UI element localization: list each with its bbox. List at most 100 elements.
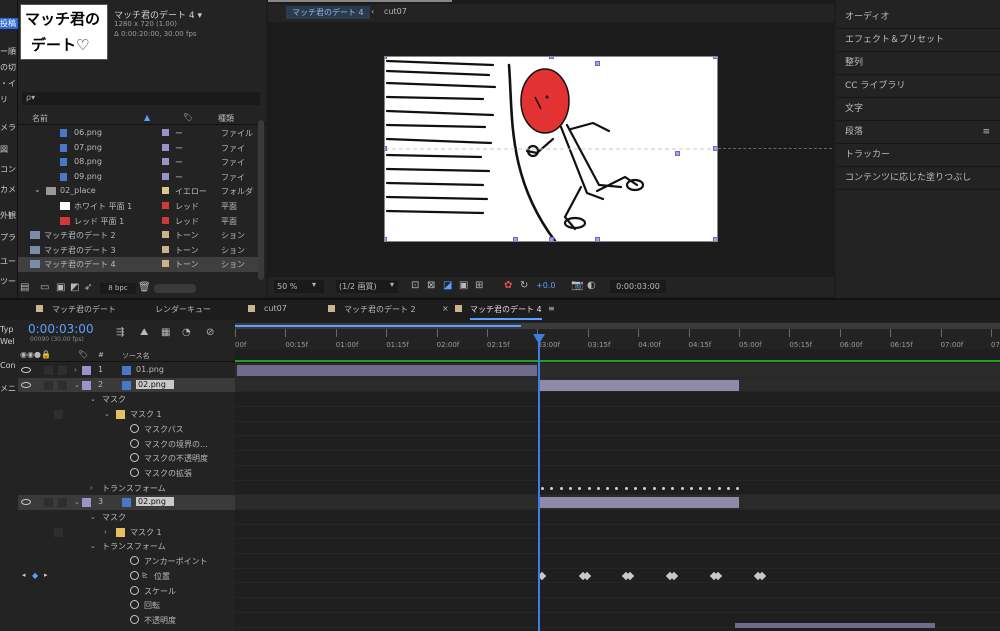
workspace-item[interactable]: リ [0,94,18,105]
keyframe-dot[interactable] [624,486,628,490]
workspace-item[interactable]: メニ [0,383,18,394]
stopwatch-icon[interactable] [130,453,139,463]
label-color-chip[interactable] [162,129,169,136]
label-color-chip[interactable] [162,143,169,151]
label-color-chip[interactable] [82,366,91,375]
stopwatch-icon[interactable] [130,556,139,566]
keyframe-dot[interactable] [717,486,721,490]
chevron-left-icon[interactable]: ‹ [371,7,374,16]
project-item[interactable]: 09.png ー ファイ [18,170,258,185]
panel-menu-icon[interactable]: ≡ [548,304,555,313]
keyframe-dot[interactable] [587,486,591,490]
graph-editor-icon[interactable]: ⊘ [206,327,214,338]
color-channel-icon[interactable]: ✿ [504,280,512,291]
property-row[interactable]: ◂ ◆ ▸ ⊵ 位置 [18,569,235,584]
keyframe-dot[interactable] [699,486,703,490]
label-color-chip[interactable] [162,202,169,209]
eye-icon[interactable] [21,499,31,506]
solo-toggle[interactable] [44,366,53,375]
flowchart-icon[interactable]: ➶ [84,282,92,293]
tab-comp-1[interactable]: マッチ君のデート [52,304,116,315]
shy-icon[interactable]: ⛰ [140,327,148,338]
layer-duration-bar[interactable] [237,365,537,376]
transform-handle[interactable] [713,237,717,241]
project-scrollbar[interactable] [258,120,264,280]
tab-comp-2[interactable]: マッチ君のデート 2 [344,304,416,315]
panel-menu-icon[interactable]: ≡ [982,121,990,144]
panel-item[interactable]: トラッカー [836,144,1000,167]
project-item[interactable]: ⌄ 02_place イエロー フォルダ [18,184,258,199]
solo-toggle[interactable] [44,380,53,390]
trash-icon[interactable]: 🗑 [138,282,151,293]
chevron-down-icon[interactable]: ⌄ [74,381,80,389]
project-item[interactable]: 08.png ー ファイ [18,155,258,170]
keyframe-dot[interactable] [652,486,656,490]
label-color-chip[interactable] [162,231,169,239]
thumbnail-slider[interactable] [154,284,196,293]
workspace-item[interactable]: の切 [0,62,18,73]
group-row[interactable]: › マスク 1 [18,525,235,540]
project-item[interactable]: レッド 平面 1 レッド 平面 [18,214,258,229]
chevron-down-icon[interactable]: ⌄ [34,185,41,194]
group-row[interactable]: › トランスフォーム [18,481,235,496]
col-name[interactable]: 名前 [32,113,48,124]
playhead[interactable] [538,334,540,631]
keyframe-dot[interactable] [596,486,600,490]
group-row[interactable]: ⌄ マスク 1 [18,407,235,422]
lock-toggle[interactable] [58,380,67,390]
label-color-chip[interactable] [162,216,169,224]
panel-item[interactable]: 段落 ≡ [836,121,1000,144]
render-icon[interactable]: ◩ [70,282,79,293]
workspace-item[interactable]: プラ [0,232,18,243]
property-row[interactable]: マスクの拡張 [18,466,235,481]
keyframe-dot[interactable] [708,486,712,490]
property-row[interactable]: マスクパス [18,422,235,437]
tab-comp-4-active[interactable]: マッチ君のデート 4 [470,304,542,320]
solo-toggle[interactable] [44,498,53,508]
keyframe-dot[interactable] [615,486,619,490]
panel-item[interactable]: 整列 [836,52,1000,75]
eye-icon[interactable] [21,367,31,373]
mask-vertex[interactable] [675,151,680,156]
next-layer-bar[interactable] [735,622,935,628]
layer-duration-bar[interactable] [539,379,739,391]
workspace-item[interactable]: カメ [0,184,18,195]
exposure-value[interactable]: +0.0 [536,281,555,290]
frame-blend-icon[interactable]: ▦ [161,327,170,338]
keyframe-dot[interactable] [634,486,637,490]
stopwatch-icon[interactable] [130,438,139,448]
workspace-item[interactable]: Wel [0,337,18,346]
label-color-chip[interactable] [162,260,169,268]
keyframe-dot[interactable] [727,486,730,490]
transparency-grid-icon[interactable]: ⊠ [427,280,435,291]
workspace-item[interactable]: 外観 [0,210,18,221]
layer-row[interactable]: › 1 01.png [18,363,235,378]
workspace-item[interactable]: ・イ [0,78,18,89]
motion-blur-icon[interactable]: ◔ [182,327,191,338]
panel-item[interactable]: 文字 [836,98,1000,121]
mask-lock-toggle[interactable] [54,410,63,420]
keyframe-dot[interactable] [550,486,554,490]
property-row[interactable]: 回転 [18,598,235,613]
stopwatch-icon[interactable] [130,614,139,624]
property-row[interactable]: マスクの境界の... [18,437,235,452]
project-item[interactable]: 06.png ー ファイル [18,126,258,141]
tab-cut07[interactable]: cut07 [264,304,287,313]
panel-item[interactable]: CC ライブラリ [836,75,1000,98]
group-row[interactable]: ⌄ トランスフォーム [18,539,235,554]
mask-vertex[interactable] [595,237,600,241]
close-tab-icon[interactable]: × [442,304,449,313]
add-keyframe-icon[interactable]: ◆ [32,571,38,580]
viewer-tab-cut07[interactable]: cut07 [384,7,407,16]
workspace-item[interactable]: メラ [0,122,18,133]
group-row[interactable]: ⌄ マスク [18,510,235,525]
mask-vertex[interactable] [595,61,600,66]
bit-depth-button[interactable]: 8 bpc [100,283,136,294]
label-color-chip[interactable] [82,380,91,390]
project-item[interactable]: マッチ君のデート 2 トーン ション [18,228,258,243]
chevron-down-icon[interactable]: ⌄ [74,498,80,506]
mask-color-chip[interactable] [116,527,125,537]
group-row[interactable]: ⌄ マスク [18,392,235,407]
current-time[interactable]: 0:00:03:00 [28,322,94,336]
show-snapshot-icon[interactable]: ◐ [587,280,596,291]
